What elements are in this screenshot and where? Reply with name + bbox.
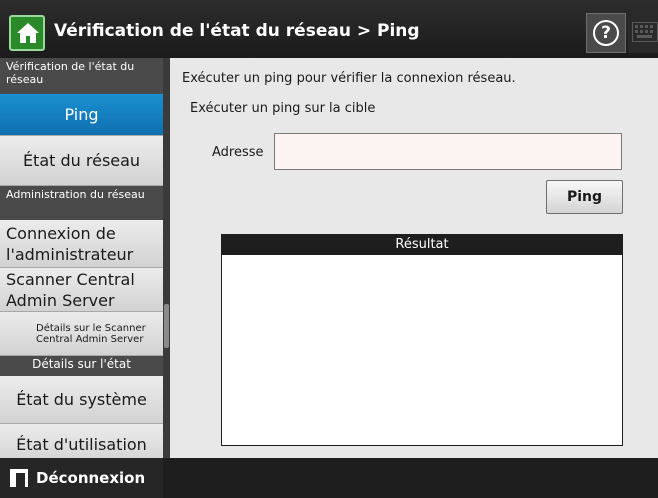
ping-target-heading: Exécuter un ping sur la cible [190,101,376,116]
result-box: Résultat [221,234,623,446]
result-content [222,255,622,263]
logout-button[interactable]: Déconnexion [0,458,163,498]
sidebar-item-usage-status[interactable]: État d'utilisation [0,424,163,458]
sidebar-item-network-status[interactable]: État du réseau [0,136,163,186]
address-label: Adresse [212,145,264,160]
sidebar-item-ping[interactable]: Ping [0,94,163,136]
sidebar-scrollbar[interactable] [163,58,170,458]
help-button[interactable]: ? [586,13,626,53]
logout-icon [10,469,28,487]
sidebar-section-status-details: Détails sur l'état [0,356,163,376]
header-bar: Vérification de l'état du réseau > Ping … [0,0,658,58]
main-panel: Exécuter un ping pour vérifier la connex… [170,58,658,458]
page-title: Vérification de l'état du réseau > Ping [54,21,420,41]
result-header: Résultat [222,235,622,255]
sidebar-scrollbar-thumb[interactable] [164,304,169,348]
home-icon [17,23,39,43]
home-button[interactable] [9,15,45,51]
ping-button[interactable]: Ping [546,180,623,214]
help-icon: ? [593,20,619,46]
sidebar-item-system-status[interactable]: État du système [0,376,163,424]
description-text: Exécuter un ping pour vérifier la connex… [182,71,516,86]
sidebar-section-network-admin: Administration du réseau [0,186,163,220]
address-input[interactable] [274,133,622,170]
keyboard-button[interactable] [628,13,658,53]
footer-bar: Déconnexion [0,458,658,498]
sidebar-item-admin-connection[interactable]: Connexion de l'administrateur [0,220,163,268]
sidebar-item-scanner-central-details[interactable]: Détails sur le Scanner Central Admin Ser… [0,312,163,356]
sidebar-section-network-check: Vérification de l'état du réseau [0,58,163,94]
sidebar-item-scanner-central[interactable]: Scanner Central Admin Server [0,268,163,312]
keyboard-icon [632,22,658,42]
logout-label: Déconnexion [36,469,146,487]
sidebar: Vérification de l'état du réseau Ping Ét… [0,58,170,458]
